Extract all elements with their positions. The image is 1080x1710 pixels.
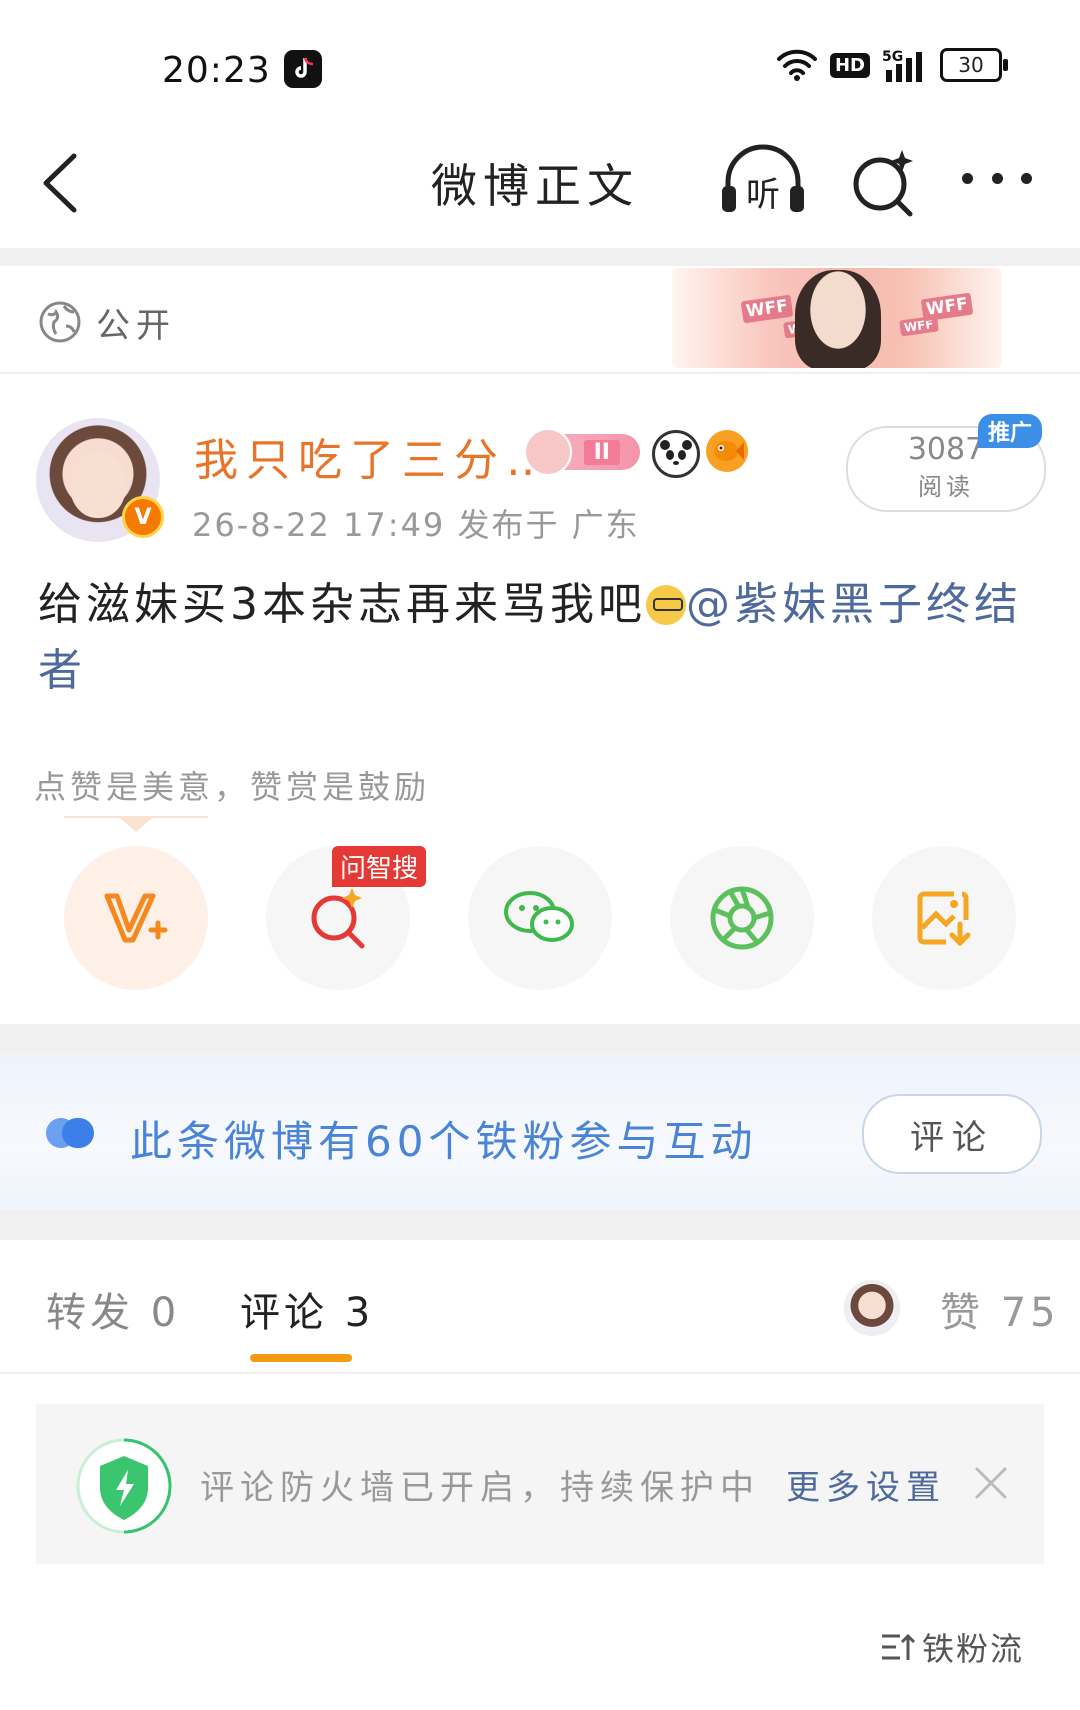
smart-search-icon [311, 888, 365, 949]
svg-text:5G: 5G [882, 49, 903, 65]
wechat-share-button[interactable] [468, 846, 612, 990]
fan-dot-icon [46, 1118, 94, 1148]
fan-level: II [583, 439, 620, 465]
listen-icon: 听 [722, 144, 804, 215]
shield-icon [76, 1438, 172, 1534]
hd-badge: HD [829, 52, 870, 78]
ai-search-icon[interactable] [848, 144, 918, 220]
fish-icon [706, 430, 748, 472]
tab-comment[interactable]: 评论 3 [240, 1280, 374, 1338]
promo-banner[interactable]: WFF WFF WFF WFF [672, 268, 1002, 368]
tab-repost[interactable]: 转发 0 [46, 1280, 180, 1338]
promo-tag: 推广 [978, 414, 1042, 448]
smart-search-tag: 问智搜 [332, 846, 427, 887]
fan-comment-button[interactable]: 评论 [862, 1094, 1042, 1174]
moments-share-button[interactable] [670, 846, 814, 990]
listen-button[interactable]: 听 [718, 140, 808, 220]
status-indicators: HD 5G 30 [776, 48, 1008, 82]
more-icon[interactable] [962, 158, 1032, 198]
divider [0, 1210, 1080, 1240]
save-image-icon [917, 891, 971, 947]
firewall-status-text: 评论防火墙已开启，持续保护中 [200, 1468, 760, 1508]
verified-badge: V [122, 496, 164, 538]
reward-hint: 点赞是美意，赞赏是鼓励 [34, 768, 431, 806]
battery-icon: 30 [940, 48, 1008, 82]
more-settings-link[interactable]: 更多设置 [786, 1460, 946, 1509]
author-avatar[interactable]: V [36, 418, 164, 542]
panda-icon [652, 430, 700, 478]
globe-icon [39, 301, 81, 343]
privacy-label: 公开 [96, 306, 176, 346]
vplus-button[interactable] [64, 846, 208, 990]
status-time: 20:23 [162, 50, 271, 91]
wechat-icon [504, 891, 574, 942]
signal-icon: 5G [882, 49, 922, 82]
moments-icon [710, 886, 774, 950]
post-body: 给滋妹买3本杂志再来骂我吧 @紫妹黑子终结者 [38, 572, 1048, 704]
post-text: 给滋妹买3本杂志再来骂我吧 [38, 579, 646, 630]
close-icon[interactable] [974, 1466, 1008, 1500]
sort-icon [882, 1633, 916, 1660]
banner-portrait [795, 270, 881, 368]
tab-like[interactable]: 赞 75 [940, 1280, 1060, 1338]
author-name[interactable]: 我只吃了三分… [194, 424, 558, 488]
page-title: 微博正文 [0, 150, 1080, 216]
wifi-icon [776, 49, 817, 81]
tiktok-icon [284, 50, 322, 88]
save-image-button[interactable] [872, 846, 1016, 990]
sort-button[interactable]: 铁粉流 [880, 1624, 1024, 1670]
sort-label: 铁粉流 [922, 1630, 1025, 1668]
post-meta: 26-8-22 17:49 发布于 广东 [192, 506, 640, 544]
liker-avatar[interactable] [844, 1280, 900, 1336]
fan-level-badge[interactable]: II [524, 428, 640, 476]
divider [0, 372, 1080, 374]
divider [0, 248, 1080, 266]
avatar-face [70, 452, 126, 518]
fan-badge-avatar [524, 428, 572, 476]
vplus-icon [104, 893, 168, 943]
banner-text: WFF [920, 292, 974, 322]
divider [0, 1024, 1080, 1054]
listen-label: 听 [746, 175, 780, 215]
hint-caret [120, 818, 152, 832]
battery-level: 30 [958, 53, 984, 77]
page-title-text: 微博正文 [431, 159, 639, 213]
banner-text: WFF [740, 294, 794, 324]
nerd-emoji-icon [646, 585, 686, 625]
divider [0, 1372, 1080, 1374]
fan-interaction-text: 此条微博有60个铁粉参与互动 [130, 1117, 758, 1166]
active-tab-indicator [250, 1354, 352, 1362]
read-label: 阅读 [918, 473, 974, 501]
